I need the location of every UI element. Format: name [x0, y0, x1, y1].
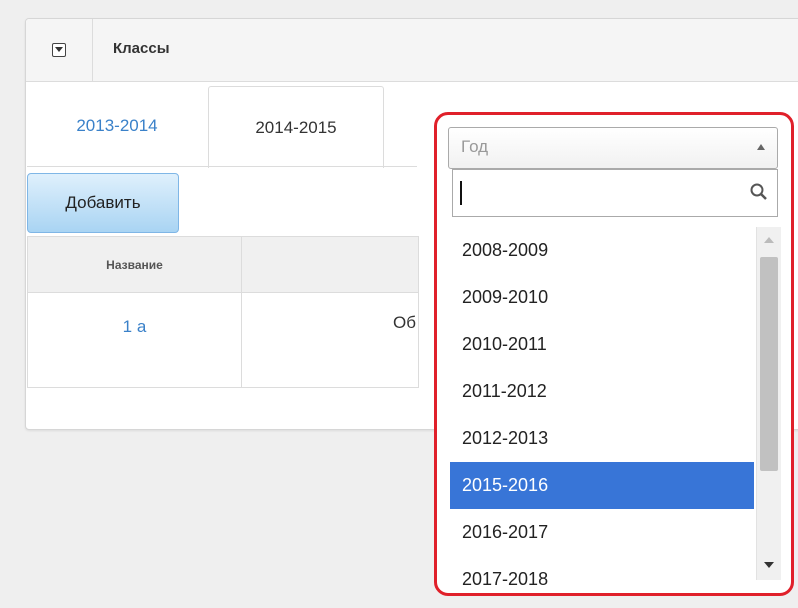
tabs-divider [27, 166, 417, 167]
year-option[interactable]: 2017-2018 [450, 556, 754, 587]
scroll-down-icon[interactable] [764, 562, 774, 568]
column-divider [241, 237, 242, 387]
text-cursor [460, 181, 462, 205]
add-button[interactable]: Добавить [27, 173, 179, 233]
options-scrollbar[interactable] [756, 227, 781, 580]
classes-table: Название 1 a Об [27, 236, 419, 388]
column-header-name[interactable]: Название [28, 237, 241, 292]
year-option-selected[interactable]: 2015-2016 [450, 462, 754, 509]
collapse-button[interactable] [26, 19, 93, 81]
year-search-input[interactable] [452, 169, 778, 217]
collapse-icon [52, 43, 66, 57]
panel-title: Классы [113, 40, 170, 57]
tab-2013-2014[interactable]: 2013-2014 [27, 86, 207, 166]
chevron-up-icon [757, 144, 765, 150]
year-option[interactable]: 2008-2009 [450, 227, 754, 274]
tab-2014-2015[interactable]: 2014-2015 [208, 86, 384, 168]
table-cell-description: Об [393, 313, 416, 332]
year-select[interactable]: Год [448, 127, 778, 169]
year-option[interactable]: 2009-2010 [450, 274, 754, 321]
panel-header: Классы [26, 19, 798, 82]
year-select-placeholder: Год [461, 137, 489, 156]
year-option[interactable]: 2016-2017 [450, 509, 754, 556]
search-icon [750, 183, 767, 200]
year-option[interactable]: 2011-2012 [450, 368, 754, 415]
year-options-list: 2008-2009 2009-2010 2010-2011 2011-2012 … [450, 227, 754, 587]
scrollbar-thumb[interactable] [760, 257, 778, 471]
year-option[interactable]: 2010-2011 [450, 321, 754, 368]
table-cell-name[interactable]: 1 a [28, 292, 241, 362]
year-option[interactable]: 2012-2013 [450, 415, 754, 462]
scroll-up-icon[interactable] [764, 237, 774, 243]
